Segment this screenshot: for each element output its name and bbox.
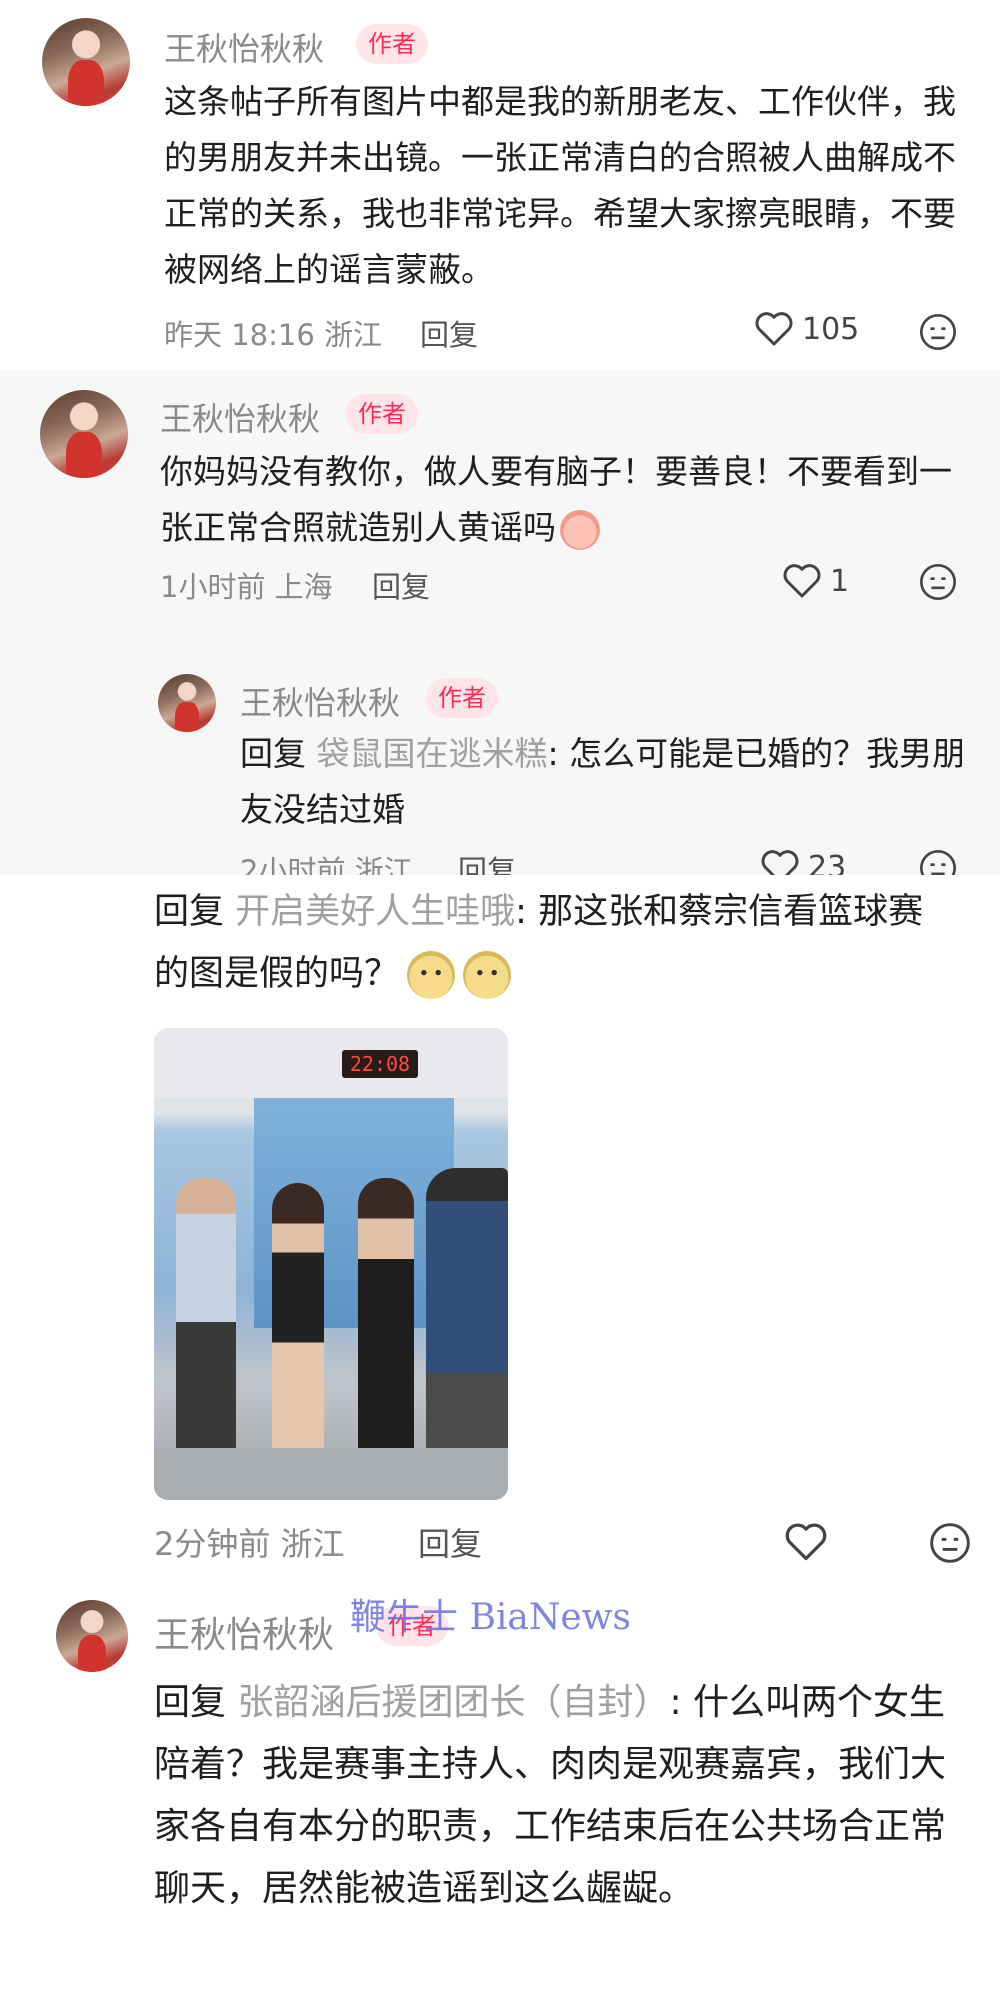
dislike-face-icon[interactable] <box>928 1521 972 1565</box>
comment-meta: 1小时前 上海 <box>160 570 333 604</box>
like-count: 105 <box>802 311 860 347</box>
author-name[interactable]: 王秋怡秋秋 <box>154 1606 334 1658</box>
reply-prefix: 回复 <box>240 734 306 773</box>
comment-5: 王秋怡秋秋 作者 回复 张韶涵后援团团长（自封）: 什么叫两个女生陪着？我是赛事… <box>0 1590 1000 2014</box>
comment-text: 回复 张韶涵后援团团长（自封）: 什么叫两个女生陪着？我是赛事主持人、肉肉是观赛… <box>154 1672 966 1920</box>
reply-target-user[interactable]: 袋鼠国在逃米糕 <box>317 734 548 773</box>
avatar[interactable] <box>40 390 128 478</box>
comment-meta: 2分钟前 浙江 <box>154 1525 345 1563</box>
dislike-face-icon[interactable] <box>918 312 958 352</box>
avatar[interactable] <box>56 1600 128 1672</box>
reply-button[interactable]: 回复 <box>420 312 478 354</box>
peach-emoji-icon <box>560 509 600 550</box>
reply-prefix: 回复 <box>154 892 225 932</box>
heart-icon <box>783 564 821 598</box>
scoreboard-clock: 22:08 <box>349 1052 411 1076</box>
comment-text: 回复 开启美好人生哇哦: 那这张和蔡宗信看篮球赛的图是假的吗？ <box>154 881 954 1005</box>
comment-3: 王秋怡秋秋 作者 回复 袋鼠国在逃米糕: 怎么可能是已婚的？我男朋友没结过婚 2… <box>0 650 1000 890</box>
author-badge: 作者 <box>356 24 428 64</box>
reply-button[interactable]: 回复 <box>372 564 430 606</box>
person-2 <box>272 1183 324 1473</box>
like-count: 1 <box>830 563 850 599</box>
comment-meta: 昨天 18:16 浙江 <box>164 318 383 352</box>
author-name[interactable]: 王秋怡秋秋 <box>160 394 320 440</box>
author-badge: 作者 <box>346 394 418 434</box>
attached-photo[interactable]: 22:08 <box>154 1028 508 1500</box>
floor <box>154 1448 508 1500</box>
avatar[interactable] <box>42 18 130 106</box>
person-1 <box>176 1178 236 1478</box>
comment-text: 回复 袋鼠国在逃米糕: 怎么可能是已婚的？我男朋友没结过婚 <box>240 726 970 838</box>
comment-text-body: 你妈妈没有教你，做人要有脑子！要善良！不要看到一张正常合照就造别人黄谣吗 <box>160 452 952 547</box>
meerkat-emoji-icon <box>463 951 512 999</box>
watermark: 鞭牛士 BiaNews <box>350 1597 631 1638</box>
reply-button[interactable]: 回复 <box>418 1519 482 1565</box>
dislike-face-icon[interactable] <box>918 562 958 602</box>
reply-target-user[interactable]: 张韶涵后援团团长（自封） <box>237 1682 669 1723</box>
comment-1: 王秋怡秋秋 作者 这条帖子所有图片中都是我的新朋老友、工作伙伴，我的男朋友并未出… <box>0 0 1000 370</box>
author-name[interactable]: 王秋怡秋秋 <box>164 24 324 70</box>
ceiling <box>154 1028 508 1098</box>
comment-text: 这条帖子所有图片中都是我的新朋老友、工作伙伴，我的男朋友并未出镜。一张正常清白的… <box>164 82 956 289</box>
reply-target-user[interactable]: 开启美好人生哇哦 <box>235 892 515 932</box>
avatar[interactable] <box>158 674 216 732</box>
like-button[interactable]: 1 <box>782 562 849 600</box>
author-badge: 作者 <box>426 678 498 718</box>
heart-icon[interactable] <box>784 1521 828 1563</box>
reply-prefix: 回复 <box>154 1682 227 1723</box>
heart-icon <box>755 312 793 346</box>
like-button[interactable]: 105 <box>754 310 859 348</box>
comment-2: 王秋怡秋秋 作者 你妈妈没有教你，做人要有脑子！要善良！不要看到一张正常合照就造… <box>0 370 1000 650</box>
scoreboard: 22:08 <box>342 1050 418 1078</box>
author-name[interactable]: 王秋怡秋秋 <box>240 678 400 724</box>
meerkat-emoji-icon <box>407 951 456 999</box>
comment-text: 你妈妈没有教你，做人要有脑子！要善良！不要看到一张正常合照就造别人黄谣吗 <box>160 444 960 556</box>
person-3 <box>358 1178 414 1468</box>
